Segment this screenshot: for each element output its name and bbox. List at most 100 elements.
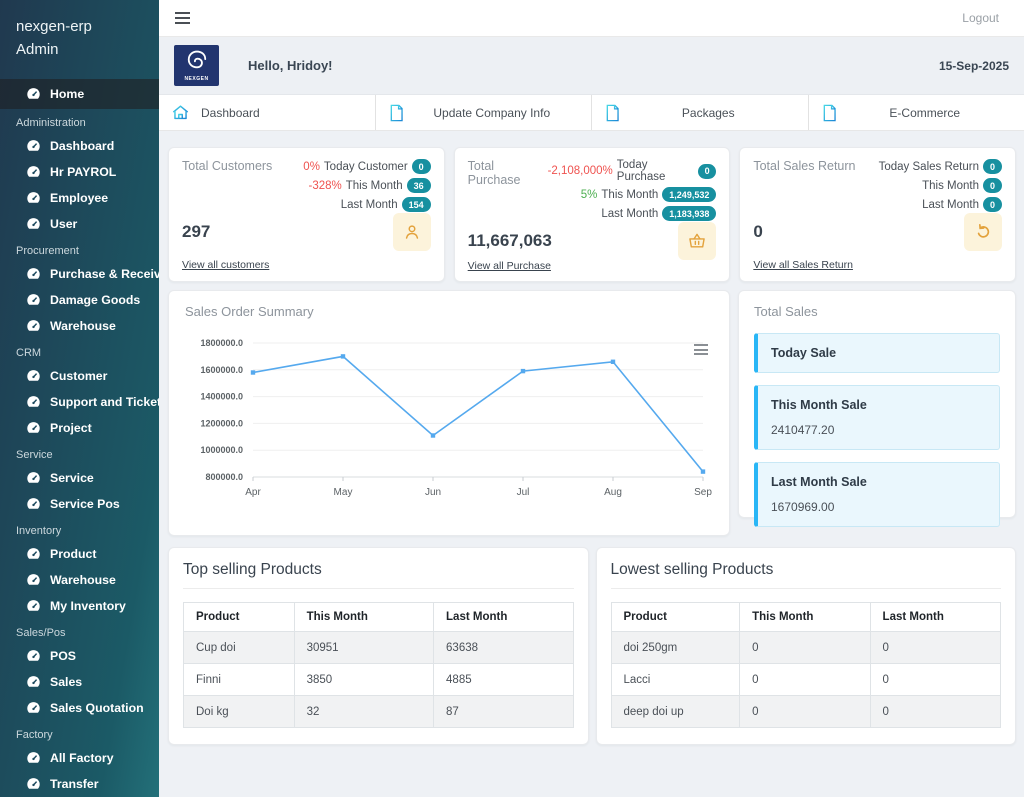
stat-metric-row: 0%Today Customer0 [303, 159, 430, 174]
nav-item-packages[interactable]: Packages [591, 95, 808, 130]
stat-metric-row: This Month0 [875, 178, 1002, 193]
sidebar-item-my-inventory[interactable]: My Inventory [0, 593, 159, 619]
sidebar-item-label: Sales [50, 675, 82, 689]
table-row: doi 250gm00 [611, 632, 1001, 664]
column-header: This Month [294, 603, 433, 632]
sidebar-section-crm: CRM [0, 339, 159, 363]
view-all-link[interactable]: View all Sales Return [753, 259, 853, 271]
metric-percent: -2,108,000% [548, 165, 613, 177]
metric-label: Today Purchase [617, 159, 694, 183]
view-all-link[interactable]: View all Purchase [468, 260, 551, 272]
stat-card-title: Total Customers [182, 159, 272, 212]
sidebar-item-label: Support and Tickets [50, 395, 159, 409]
stat-card-top: Total Customers0%Today Customer0-328%Thi… [182, 159, 431, 212]
sidebar-item-user[interactable]: User [0, 211, 159, 237]
table-cell: 0 [870, 696, 1000, 728]
nav-item-update-company-info[interactable]: Update Company Info [375, 95, 592, 130]
products-table: ProductThis MonthLast Monthdoi 250gm00La… [611, 602, 1002, 728]
gauge-icon [26, 751, 41, 764]
gauge-icon [26, 139, 41, 152]
table-title: Lowest selling Products [611, 561, 1002, 589]
table-cell: 0 [740, 696, 870, 728]
view-all-link[interactable]: View all customers [182, 259, 269, 271]
metric-badge: 0 [983, 178, 1002, 193]
stat-value: 0 [753, 222, 762, 242]
stat-metric-row: Today Sales Return0 [875, 159, 1002, 174]
gauge-icon [26, 293, 41, 306]
svg-text:Sep: Sep [694, 487, 712, 498]
sidebar-item-all-factory[interactable]: All Factory [0, 745, 159, 771]
sidebar-section-administration: Administration [0, 109, 159, 133]
dashboard-content: Total Customers0%Today Customer0-328%Thi… [159, 131, 1024, 797]
sidebar-item-hr-payrol[interactable]: Hr PAYROL [0, 159, 159, 185]
nav-item-label: Update Company Info [405, 106, 580, 120]
tables-row: Top selling ProductsProductThis MonthLas… [168, 547, 1016, 745]
sidebar-item-home[interactable]: Home [0, 79, 159, 109]
sidebar-item-sales[interactable]: Sales [0, 669, 159, 695]
column-header: Last Month [870, 603, 1000, 632]
sidebar-item-purchase-receive[interactable]: Purchase & Receive [0, 261, 159, 287]
sidebar-item-warehouse[interactable]: Warehouse [0, 567, 159, 593]
sales-box-value: 1670969.00 [771, 500, 986, 514]
total-sales-boxes: Today SaleThis Month Sale2410477.20Last … [754, 333, 1000, 527]
metric-badge: 1,183,938 [662, 206, 716, 221]
return-arrow-icon[interactable] [964, 213, 1002, 251]
metric-badge: 0 [412, 159, 431, 174]
metric-badge: 154 [402, 197, 431, 212]
gauge-icon [26, 87, 41, 100]
column-header: Product [184, 603, 295, 632]
sidebar-item-support-and-tickets[interactable]: Support and Tickets [0, 389, 159, 415]
nav-item-dashboard[interactable]: Dashboard [159, 95, 375, 130]
metric-label: This Month [346, 180, 403, 192]
sidebar-item-label: Warehouse [50, 319, 116, 333]
sidebar-item-customer[interactable]: Customer [0, 363, 159, 389]
products-table: ProductThis MonthLast MonthCup doi309516… [183, 602, 574, 728]
sidebar-item-dashboard[interactable]: Dashboard [0, 133, 159, 159]
table-cell: doi 250gm [611, 632, 740, 664]
sales-box-last-month-sale: Last Month Sale1670969.00 [754, 462, 1000, 527]
sales-box-value: 2410477.20 [771, 423, 986, 437]
sidebar-item-service[interactable]: Service [0, 465, 159, 491]
sidebar-item-sales-quotation[interactable]: Sales Quotation [0, 695, 159, 721]
table-cell: 0 [870, 632, 1000, 664]
sidebar-item-damage-goods[interactable]: Damage Goods [0, 287, 159, 313]
page-header: NEXGEN Hello, Hridoy! 15-Sep-2025 [159, 37, 1024, 95]
document-icon [821, 104, 838, 122]
sidebar-item-label: Hr PAYROL [50, 165, 116, 179]
stats-row: Total Customers0%Today Customer0-328%Thi… [168, 147, 1016, 282]
table-row: Finni38504885 [184, 664, 574, 696]
sidebar-item-employee[interactable]: Employee [0, 185, 159, 211]
svg-text:800000.0: 800000.0 [205, 472, 243, 482]
metric-label: Last Month [341, 199, 398, 211]
sidebar-item-project[interactable]: Project [0, 415, 159, 441]
gauge-icon [26, 395, 41, 408]
sidebar-item-label: Damage Goods [50, 293, 140, 307]
table-cell: 0 [740, 632, 870, 664]
person-icon[interactable] [393, 213, 431, 251]
logout-link[interactable]: Logout [962, 11, 999, 25]
sidebar-item-warehouse[interactable]: Warehouse [0, 313, 159, 339]
table-cell: 32 [294, 696, 433, 728]
table-card-lowest-selling-products: Lowest selling ProductsProductThis Month… [596, 547, 1017, 745]
table-card-top-selling-products: Top selling ProductsProductThis MonthLas… [168, 547, 589, 745]
chart-menu-icon[interactable] [691, 341, 711, 358]
gauge-icon [26, 675, 41, 688]
sidebar-item-transfer[interactable]: Transfer [0, 771, 159, 797]
svg-text:Aug: Aug [604, 487, 622, 498]
svg-text:Apr: Apr [245, 487, 261, 498]
stat-card-total-sales-return: Total Sales ReturnToday Sales Return0Thi… [739, 147, 1016, 282]
menu-icon[interactable] [173, 8, 192, 28]
table-cell: Doi kg [184, 696, 295, 728]
sidebar-item-service-pos[interactable]: Service Pos [0, 491, 159, 517]
sidebar-item-label: Transfer [50, 777, 99, 791]
stat-metric-row: -2,108,000%Today Purchase0 [548, 159, 717, 183]
sidebar-item-pos[interactable]: POS [0, 643, 159, 669]
nav-item-e-commerce[interactable]: E-Commerce [808, 95, 1024, 130]
metric-label: Last Month [601, 208, 658, 220]
sidebar-item-label: Service Pos [50, 497, 120, 511]
stat-metric-row: Last Month 154 [303, 197, 430, 212]
stat-value: 297 [182, 222, 210, 242]
table-cell: Lacci [611, 664, 740, 696]
basket-icon[interactable] [678, 222, 716, 260]
sidebar-item-product[interactable]: Product [0, 541, 159, 567]
